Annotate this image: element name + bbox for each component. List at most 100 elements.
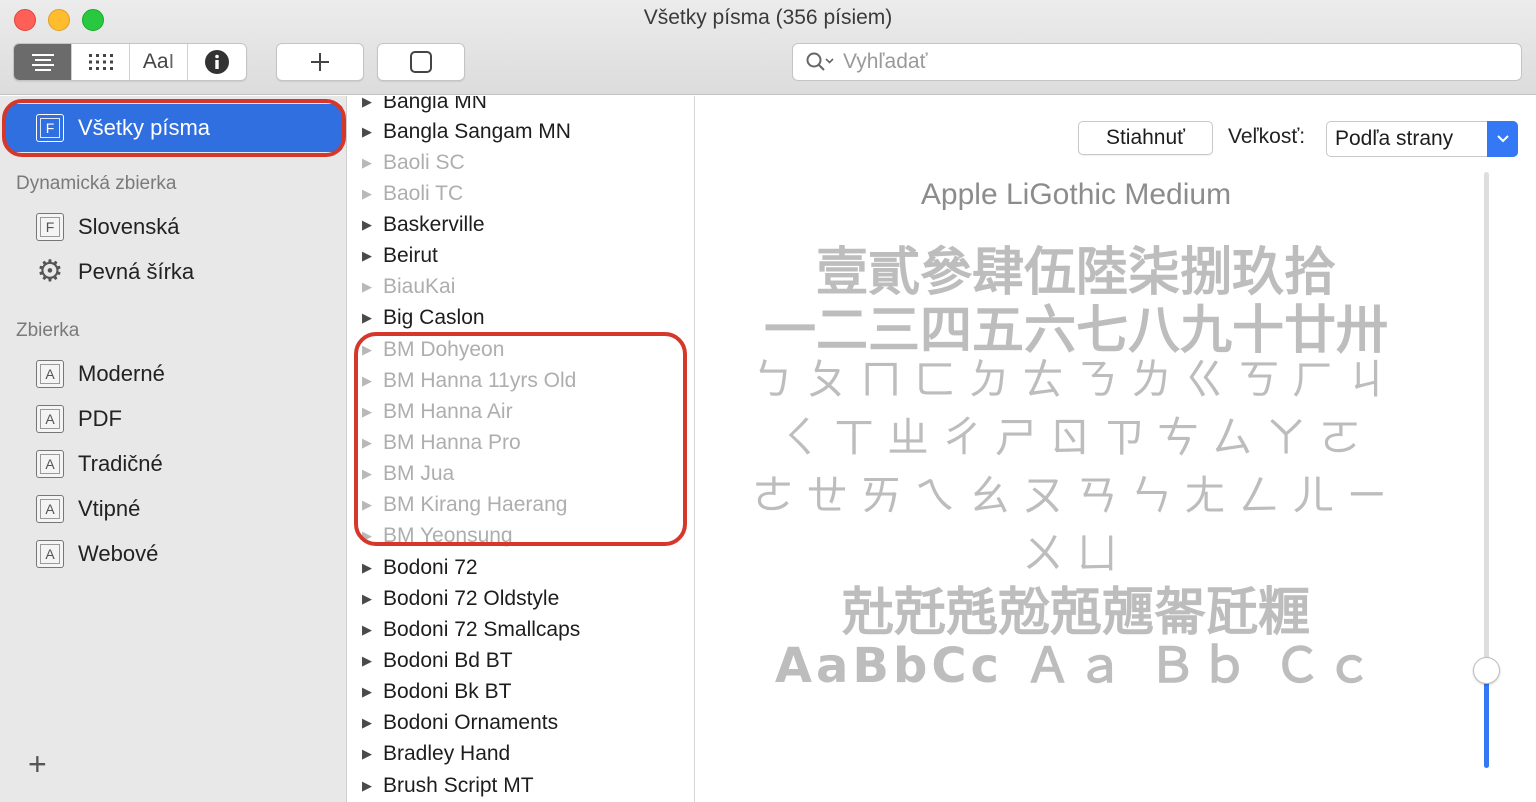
view-mode-segmented-control: Aa I [13, 43, 247, 81]
disclosure-triangle-icon[interactable]: ▶ [362, 279, 383, 295]
list-item[interactable]: ▶ BM Yeonsung [362, 520, 513, 551]
chevron-down-icon[interactable] [1487, 121, 1518, 157]
disclosure-triangle-icon[interactable]: ▶ [362, 435, 383, 451]
download-button[interactable]: Stiahnuť [1078, 121, 1213, 155]
sample-text-line: ㄅㄆㄇㄈㄉㄊㄋㄌㄍㄎㄏㄐ [751, 355, 1400, 404]
list-item[interactable]: ▶ Big Caslon [362, 302, 485, 333]
list-item[interactable]: ▶ Bodoni Bd BT [362, 645, 513, 676]
list-item[interactable]: ▶ BM Hanna Air [362, 396, 513, 427]
list-item[interactable]: ▶ Baoli TC [362, 178, 463, 209]
sidebar-item-pdf[interactable]: A PDF [36, 401, 122, 437]
disclosure-triangle-icon[interactable]: ▶ [362, 186, 383, 202]
disclosure-triangle-icon[interactable]: ▶ [362, 404, 383, 420]
disclosure-triangle-icon[interactable]: ▶ [362, 653, 383, 669]
list-item[interactable]: ▶ BM Hanna Pro [362, 427, 521, 458]
search-box[interactable] [792, 43, 1522, 81]
search-input[interactable] [843, 50, 1493, 74]
font-collection-icon: A [36, 495, 64, 523]
list-item[interactable]: ▶ Bangla MN [362, 96, 487, 117]
text-cursor-icon: I [168, 50, 175, 73]
sidebar-item-modern[interactable]: A Moderné [36, 356, 165, 392]
disclosure-triangle-icon[interactable]: ▶ [362, 778, 383, 794]
preview-font-name: Apple LiGothic Medium [920, 178, 1232, 211]
list-item[interactable]: ▶ BM Kirang Haerang [362, 489, 567, 520]
sidebar-item-fun[interactable]: A Vtipné [36, 491, 140, 527]
disclosure-triangle-icon[interactable]: ▶ [362, 96, 383, 110]
list-item[interactable]: ▶ BM Hanna 11yrs Old [362, 365, 576, 396]
preview-toggle-button[interactable] [377, 43, 465, 81]
disclosure-triangle-icon[interactable]: ▶ [362, 622, 383, 638]
section-title-dynamic: Dynamická zbierka [16, 173, 177, 194]
sample-text-icon: Aa [142, 50, 169, 73]
info-icon [205, 50, 229, 74]
size-select[interactable]: Podľa strany [1326, 121, 1518, 157]
disclosure-triangle-icon[interactable]: ▶ [362, 746, 383, 762]
sample-text-line: ㄑㄒㄓㄔㄕㄖㄗㄘㄙㄚㄛ [778, 413, 1373, 462]
sidebar-item-label: Pevná šírka [78, 259, 195, 284]
sample-text-button[interactable]: Aa I [130, 44, 188, 80]
disclosure-triangle-icon[interactable]: ▶ [362, 373, 383, 389]
list-item[interactable]: ▶ Bodoni Bk BT [362, 676, 511, 707]
list-item[interactable]: ▶ Bodoni 72 Oldstyle [362, 583, 559, 614]
grid-view-icon [88, 54, 113, 70]
sidebar-item-label: Vtipné [78, 496, 141, 521]
search-icon [806, 52, 834, 71]
sidebar-item-label: Tradičné [78, 451, 163, 476]
disclosure-triangle-icon[interactable]: ▶ [362, 684, 383, 700]
font-collection-icon: F [36, 114, 64, 142]
disclosure-triangle-icon[interactable]: ▶ [362, 560, 383, 576]
disclosure-triangle-icon[interactable]: ▶ [362, 342, 383, 358]
sample-text-line: ㄜㄝㄞㄟㄠㄡㄢㄣㄤㄥㄦㄧ [751, 471, 1400, 520]
square-icon [410, 51, 432, 73]
list-item[interactable]: ▶ Baskerville [362, 209, 485, 240]
sample-text-line: AaBbCc Ａａ Ｂｂ Ｃｃ [774, 638, 1378, 694]
window-title: Všetky písma (356 písiem) [643, 6, 893, 29]
disclosure-triangle-icon[interactable]: ▶ [362, 217, 383, 233]
add-collection-button[interactable]: + [28, 748, 47, 780]
font-collection-icon: F [36, 213, 64, 241]
list-item[interactable]: ▶ Bradley Hand [362, 738, 510, 769]
disclosure-triangle-icon[interactable]: ▶ [362, 497, 383, 513]
disclosure-triangle-icon[interactable]: ▶ [362, 591, 383, 607]
sidebar-item-traditional[interactable]: A Tradičné [36, 446, 163, 482]
list-item[interactable]: ▶ Beirut [362, 240, 438, 271]
sidebar-item-fixed-width[interactable]: ⚙ Pevná šírka [36, 254, 195, 290]
size-select-value: Podľa strany [1335, 127, 1454, 150]
grid-view-button[interactable] [72, 44, 130, 80]
disclosure-triangle-icon[interactable]: ▶ [362, 528, 383, 544]
list-item[interactable]: ▶ Bodoni Ornaments [362, 707, 558, 738]
info-button[interactable] [188, 44, 246, 80]
size-slider-knob[interactable] [1473, 657, 1500, 684]
list-item[interactable]: ▶ BM Jua [362, 458, 454, 489]
list-item[interactable]: ▶ Bodoni 72 [362, 552, 478, 583]
font-collection-icon: A [36, 540, 64, 568]
disclosure-triangle-icon[interactable]: ▶ [362, 155, 383, 171]
font-collection-icon: A [36, 360, 64, 388]
list-item[interactable]: ▶ BiauKai [362, 271, 455, 302]
section-title-collection: Zbierka [16, 320, 80, 341]
list-item[interactable]: ▶ Bodoni 72 Smallcaps [362, 614, 580, 645]
sidebar-item-label: PDF [78, 406, 122, 431]
font-preview-pane: Stiahnuť Veľkosť: Podľa strany Apple LiG… [696, 96, 1536, 802]
list-item[interactable]: ▶ Baoli SC [362, 147, 465, 178]
add-font-button[interactable] [276, 43, 364, 81]
disclosure-triangle-icon[interactable]: ▶ [362, 715, 383, 731]
disclosure-triangle-icon[interactable]: ▶ [362, 248, 383, 264]
disclosure-triangle-icon[interactable]: ▶ [362, 310, 383, 326]
list-item[interactable]: ▶ BM Dohyeon [362, 334, 504, 365]
disclosure-triangle-icon[interactable]: ▶ [362, 466, 383, 482]
size-label: Veľkosť: [1228, 125, 1306, 148]
sidebar-item-slovak[interactable]: F Slovenská [36, 209, 180, 245]
font-list: ▶ Bangla MN ▶ Bangla Sangam MN ▶ Baoli SC ▶… [348, 96, 695, 802]
list-item[interactable]: ▶ Brush Script MT [362, 770, 534, 801]
list-view-button[interactable] [14, 44, 72, 80]
list-item[interactable]: ▶ Bangla Sangam MN [362, 116, 571, 147]
sidebar-item-web[interactable]: A Webové [36, 536, 158, 572]
sidebar-item-label: Slovenská [78, 214, 180, 239]
plus-icon [311, 53, 329, 71]
font-collection-icon: A [36, 450, 64, 478]
size-slider-fill [1484, 674, 1489, 768]
sidebar-item-label: Moderné [78, 361, 165, 386]
disclosure-triangle-icon[interactable]: ▶ [362, 124, 383, 140]
sidebar-item-all-fonts[interactable]: F Všetky písma [6, 104, 343, 152]
